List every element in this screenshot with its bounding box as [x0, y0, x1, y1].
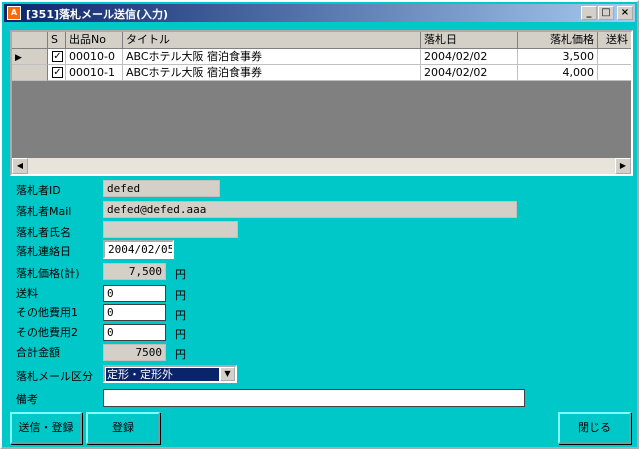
grand-total-field: 7500	[103, 344, 166, 361]
bidder-mail-field: defed@defed.aaa	[103, 201, 517, 218]
contact-date-input[interactable]: 2004/02/05	[103, 240, 174, 259]
bidder-mail-label: 落札者Mail	[16, 205, 72, 218]
grid-header: S 出品No タイトル 落札日 落札価格 送料	[12, 32, 631, 49]
remarks-input[interactable]	[103, 389, 525, 407]
row-checkbox-cell[interactable]: ✓	[48, 49, 66, 65]
mail-type-label: 落札メール区分	[16, 370, 93, 383]
maximize-button[interactable]: □	[598, 6, 614, 20]
other-fee1-unit: 円	[175, 309, 186, 322]
contact-date-label: 落札連絡日	[16, 245, 71, 258]
row-selector[interactable]: ▶	[12, 49, 48, 65]
price-cell[interactable]: 3,500	[518, 49, 598, 65]
other-fee1-label: その他費用1	[16, 306, 78, 319]
shipping-label: 送料	[16, 287, 38, 300]
mail-type-select[interactable]: 定形・定形外 ▼	[103, 365, 237, 383]
register-button[interactable]: 登録	[86, 412, 160, 444]
bidder-id-label: 落札者ID	[16, 184, 61, 197]
item-no-cell[interactable]: 00010-0	[66, 49, 123, 65]
title-bar[interactable]: A [351]落札メール送信(入力) _ □ ×	[4, 4, 635, 22]
title-cell[interactable]: ABCホテル大阪 宿泊食事券	[123, 49, 421, 65]
column-header-title[interactable]: タイトル	[123, 32, 421, 49]
main-window: A [351]落札メール送信(入力) _ □ × S 出品No タイトル 落札日…	[0, 0, 639, 449]
column-header-shipping[interactable]: 送料	[598, 32, 631, 49]
title-cell[interactable]: ABCホテル大阪 宿泊食事券	[123, 65, 421, 81]
horizontal-scrollbar[interactable]: ◀ ▶	[12, 158, 631, 174]
price-cell[interactable]: 4,000	[518, 65, 598, 81]
grand-total-label: 合計金額	[16, 346, 60, 359]
remarks-label: 備考	[16, 393, 38, 406]
scroll-left-button[interactable]: ◀	[12, 158, 28, 174]
send-register-button[interactable]: 送信・登録	[10, 412, 82, 444]
bidder-name-label: 落札者氏名	[16, 226, 71, 239]
table-row[interactable]: ✓ 00010-1 ABCホテル大阪 宿泊食事券 2004/02/02 4,00…	[12, 65, 631, 81]
total-price-unit: 円	[175, 268, 186, 281]
close-window-button[interactable]: ×	[617, 6, 633, 20]
grand-total-unit: 円	[175, 348, 186, 361]
row-pointer-icon: ▶	[15, 53, 22, 63]
shipping-input[interactable]: 0	[103, 285, 166, 302]
table-row[interactable]: ▶ ✓ 00010-0 ABCホテル大阪 宿泊食事券 2004/02/02 3,…	[12, 49, 631, 65]
total-price-field: 7,500	[103, 263, 166, 280]
bid-grid[interactable]: S 出品No タイトル 落札日 落札価格 送料 ▶ ✓ 00010-0 ABCホ…	[10, 30, 633, 176]
checkbox[interactable]: ✓	[52, 51, 63, 62]
other-fee2-label: その他費用2	[16, 326, 78, 339]
window-title: [351]落札メール送信(入力)	[26, 8, 169, 21]
column-header-date[interactable]: 落札日	[421, 32, 518, 49]
column-header-item-no[interactable]: 出品No	[66, 32, 123, 49]
bidder-id-field: defed	[103, 180, 220, 197]
close-button[interactable]: 閉じる	[558, 412, 631, 444]
row-checkbox-cell[interactable]: ✓	[48, 65, 66, 81]
column-header-price[interactable]: 落札価格	[518, 32, 598, 49]
date-cell[interactable]: 2004/02/02	[421, 65, 518, 81]
other-fee2-unit: 円	[175, 328, 186, 341]
other-fee1-input[interactable]: 0	[103, 304, 166, 321]
other-fee2-input[interactable]: 0	[103, 324, 166, 341]
total-price-label: 落札価格(計)	[16, 267, 80, 280]
shipping-cell[interactable]	[598, 65, 631, 81]
item-no-cell[interactable]: 00010-1	[66, 65, 123, 81]
row-header-corner	[12, 32, 48, 49]
minimize-button[interactable]: _	[581, 6, 597, 20]
shipping-unit: 円	[175, 289, 186, 302]
shipping-cell[interactable]	[598, 49, 631, 65]
mail-type-value[interactable]: 定形・定形外	[106, 368, 219, 381]
row-selector[interactable]	[12, 65, 48, 81]
scroll-right-button[interactable]: ▶	[615, 158, 631, 174]
app-icon[interactable]: A	[7, 6, 21, 20]
date-cell[interactable]: 2004/02/02	[421, 49, 518, 65]
checkbox[interactable]: ✓	[52, 67, 63, 78]
bidder-name-field	[103, 221, 238, 238]
column-header-s[interactable]: S	[48, 32, 66, 49]
chevron-down-icon[interactable]: ▼	[220, 367, 235, 381]
